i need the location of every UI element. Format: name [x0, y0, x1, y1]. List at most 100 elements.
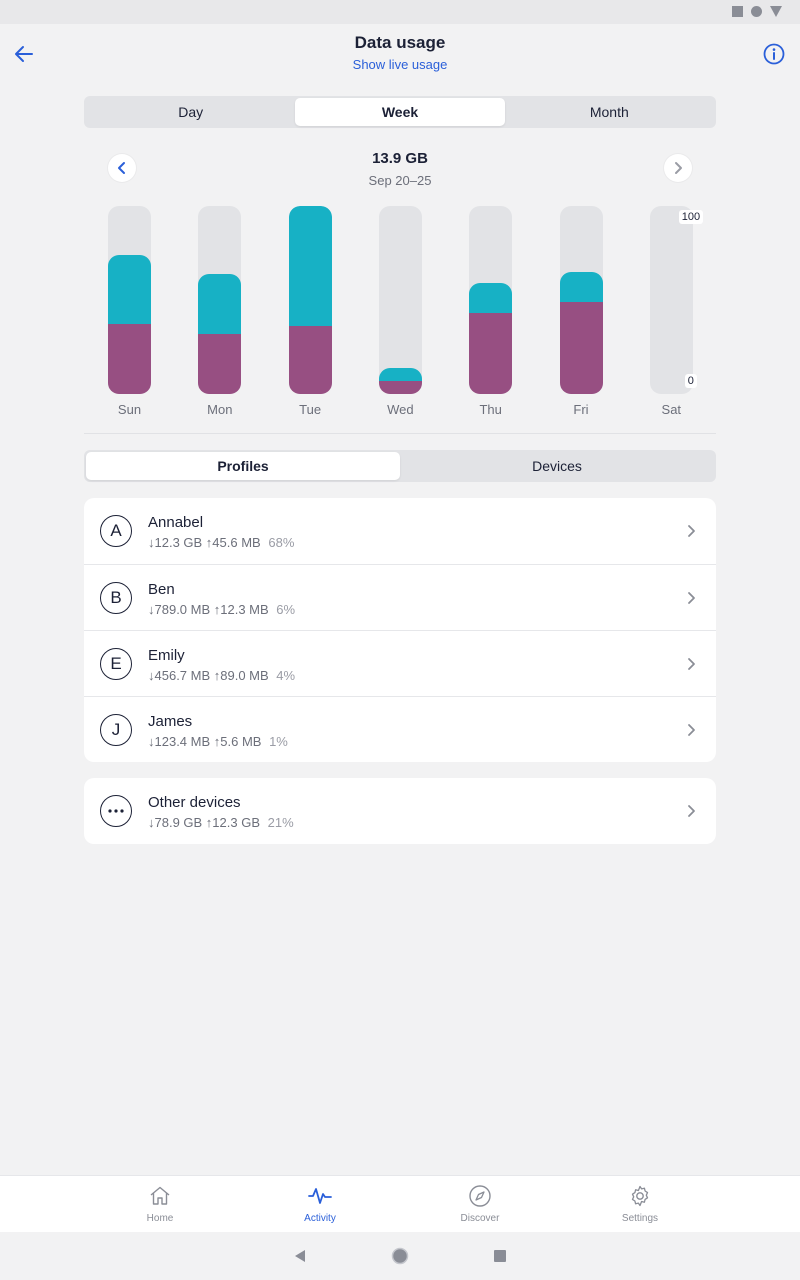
day-label: Fri	[573, 402, 589, 417]
more-icon	[100, 795, 132, 827]
chevron-right-icon	[688, 805, 695, 817]
axis-min-label: 0	[684, 374, 697, 388]
bar-upload-segment	[108, 254, 151, 325]
system-recents-button[interactable]	[490, 1246, 510, 1266]
usage-percent: 6%	[276, 602, 296, 617]
usage-percent: 1%	[269, 734, 288, 749]
tab-settings[interactable]: Settings	[590, 1176, 690, 1233]
tab-home[interactable]: Home	[110, 1176, 210, 1233]
system-home-button[interactable]	[390, 1246, 410, 1266]
profile-name: Annabel	[148, 514, 204, 531]
usage-stats: ↓456.7 MB ↑89.0 MB	[148, 668, 269, 683]
bar-tue[interactable]	[288, 206, 332, 394]
bar-thu[interactable]	[469, 206, 513, 394]
usage-percent: 4%	[276, 668, 296, 683]
usage-stats: ↓12.3 GB ↑45.6 MB	[148, 535, 261, 550]
bar-download-segment	[198, 333, 242, 394]
list-item[interactable]: J James ↓123.4 MB ↑5.6 MB 1%	[84, 696, 716, 762]
profile-usage: ↓456.7 MB ↑89.0 MB 4%	[148, 668, 295, 683]
info-icon	[763, 43, 785, 65]
circle-home-icon	[391, 1247, 409, 1265]
profile-name: James	[148, 713, 193, 730]
tab-settings-label: Settings	[621, 1213, 659, 1224]
tab-activity[interactable]: Activity	[270, 1176, 370, 1233]
chevron-right-icon	[688, 525, 695, 537]
page-title: Data usage	[354, 33, 446, 52]
other-devices-card: Other devices ↓78.9 GB ↑12.3 GB 21%	[84, 778, 716, 844]
status-bar	[0, 0, 800, 24]
triangle-back-icon	[295, 1250, 305, 1262]
day-label: Sat	[661, 402, 682, 417]
next-week-button[interactable]	[664, 154, 692, 182]
bar-sun[interactable]	[108, 206, 151, 394]
usage-chart: Sun Mon Tue Wed Thu Fri Sat 100 0	[84, 200, 716, 425]
other-devices-name: Other devices	[148, 794, 241, 811]
period-selector: Day Week Month	[84, 96, 716, 128]
profiles-list: A Annabel ↓12.3 GB ↑45.6 MB 68% B Ben ↓7…	[84, 498, 716, 762]
profile-usage: ↓789.0 MB ↑12.3 MB 6%	[148, 602, 295, 617]
tab-day[interactable]: Day	[86, 98, 295, 126]
list-item[interactable]: B Ben ↓789.0 MB ↑12.3 MB 6%	[84, 564, 716, 630]
list-selector: Profiles Devices	[84, 450, 716, 482]
day-label: Thu	[479, 402, 502, 417]
bar-download-segment	[559, 301, 603, 394]
tab-profiles[interactable]: Profiles	[86, 452, 400, 480]
stop-icon	[732, 6, 743, 17]
profile-name: Ben	[148, 581, 175, 598]
square-recents-icon	[494, 1250, 506, 1262]
other-devices-usage: ↓78.9 GB ↑12.3 GB 21%	[148, 815, 294, 830]
bar-download-segment	[288, 326, 332, 394]
bar-upload-segment	[559, 271, 603, 302]
avatar: E	[100, 648, 132, 680]
chevron-right-icon	[688, 724, 695, 736]
list-item[interactable]: A Annabel ↓12.3 GB ↑45.6 MB 68%	[84, 498, 716, 564]
activity-icon	[308, 1188, 332, 1204]
show-live-usage-link[interactable]: Show live usage	[0, 57, 800, 72]
system-nav-bar	[0, 1232, 800, 1280]
info-button[interactable]	[760, 40, 788, 68]
bar-upload-segment	[198, 273, 242, 334]
tab-home-label: Home	[146, 1213, 174, 1224]
compass-icon	[469, 1185, 491, 1207]
bar-upload-segment	[469, 283, 513, 314]
usage-stats: ↓78.9 GB ↑12.3 GB	[148, 815, 261, 830]
bar-download-segment	[108, 324, 151, 394]
axis-max-label: 100	[678, 210, 704, 224]
other-devices-row[interactable]: Other devices ↓78.9 GB ↑12.3 GB 21%	[84, 778, 716, 844]
chevron-right-icon	[688, 592, 695, 604]
list-item[interactable]: E Emily ↓456.7 MB ↑89.0 MB 4%	[84, 630, 716, 696]
avatar: J	[100, 714, 132, 746]
usage-stats: ↓123.4 MB ↑5.6 MB	[148, 734, 262, 749]
tab-month[interactable]: Month	[505, 98, 714, 126]
day-label: Tue	[299, 402, 322, 417]
usage-percent: 21%	[267, 815, 294, 830]
bar-download-segment	[469, 313, 513, 394]
profile-name: Emily	[148, 647, 185, 664]
tab-discover-label: Discover	[460, 1213, 500, 1224]
chevron-right-icon	[688, 658, 695, 670]
gear-icon	[631, 1185, 649, 1207]
bar-sat[interactable]	[649, 206, 693, 394]
bar-wed[interactable]	[378, 206, 422, 394]
profile-usage: ↓12.3 GB ↑45.6 MB 68%	[148, 535, 294, 550]
record-icon	[751, 6, 762, 17]
avatar: A	[100, 515, 132, 547]
tab-week[interactable]: Week	[295, 98, 505, 126]
tab-activity-label: Activity	[304, 1213, 336, 1224]
tab-discover[interactable]: Discover	[430, 1176, 530, 1233]
home-icon	[150, 1186, 170, 1205]
day-label: Sun	[117, 402, 142, 417]
usage-percent: 68%	[268, 535, 295, 550]
bar-fri[interactable]	[559, 206, 603, 394]
bar-download-segment	[378, 380, 422, 394]
tab-devices[interactable]: Devices	[400, 452, 714, 480]
header: Data usage Show live usage	[0, 24, 800, 88]
system-back-button[interactable]	[290, 1246, 310, 1266]
bottom-tab-bar: Home Activity Discover Settings	[0, 1175, 800, 1232]
signal-icon	[770, 6, 782, 17]
chevron-right-icon	[675, 162, 682, 174]
profile-usage: ↓123.4 MB ↑5.6 MB 1%	[148, 734, 288, 749]
bar-mon[interactable]	[198, 206, 242, 394]
day-label: Mon	[207, 402, 233, 417]
divider	[84, 433, 716, 434]
